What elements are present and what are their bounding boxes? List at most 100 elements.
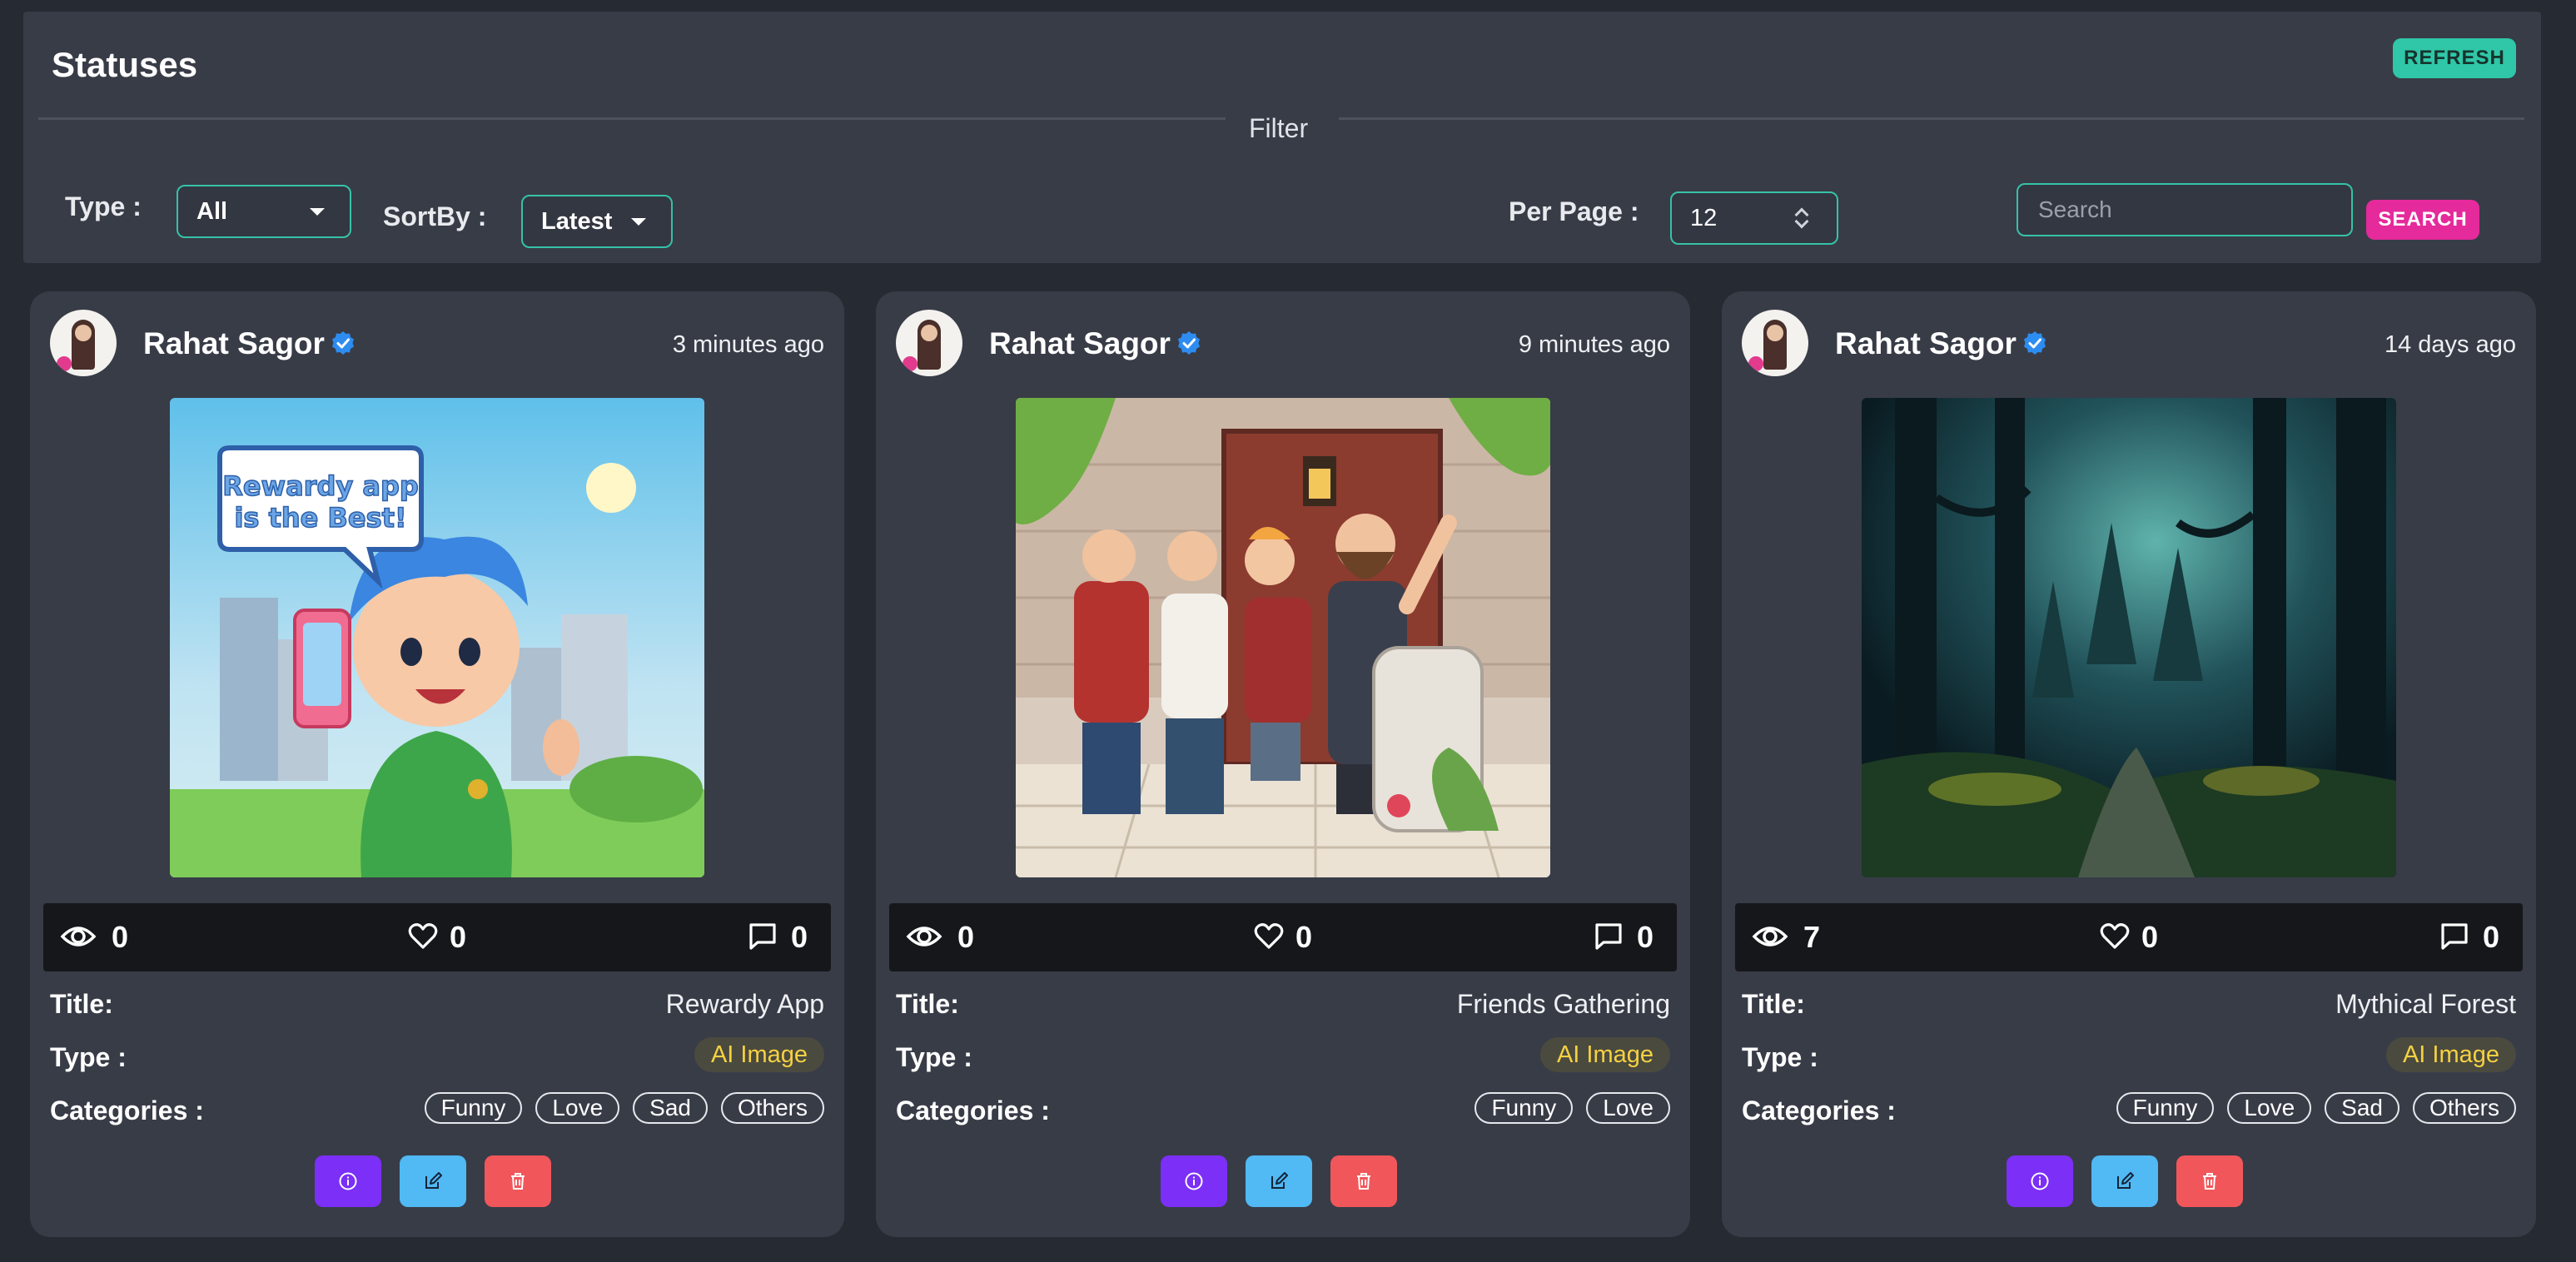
delete-button[interactable] [1330, 1155, 1397, 1207]
comment-icon[interactable] [748, 922, 778, 951]
post-time: 9 minutes ago [1518, 331, 1670, 358]
filter-divider-left [38, 117, 1226, 120]
type-label: Type : [1742, 1042, 1818, 1072]
categories-label: Categories : [50, 1096, 204, 1125]
likes-count: 0 [2141, 920, 2159, 954]
edit-button[interactable] [2091, 1155, 2158, 1207]
post-time: 3 minutes ago [672, 331, 824, 358]
card-actions [2007, 1155, 2243, 1207]
author-name[interactable]: Rahat Sagor [143, 326, 325, 361]
avatar[interactable] [50, 310, 117, 376]
info-button[interactable] [1161, 1155, 1227, 1207]
edit-icon [1271, 1172, 1288, 1189]
status-image[interactable] [1862, 398, 2396, 877]
sortby-filter-label: SortBy : [383, 201, 487, 231]
delete-button[interactable] [485, 1155, 551, 1207]
views-count: 0 [112, 920, 129, 954]
comments-count: 0 [791, 920, 808, 954]
refresh-button[interactable]: REFRESH [2393, 38, 2516, 78]
category-list: Funny Love Sad Others [424, 1092, 824, 1124]
stats-bar: 0 0 0 [889, 903, 1677, 971]
type-filter-label: Type : [65, 191, 142, 221]
verified-badge-icon [1178, 331, 1200, 355]
status-image[interactable] [1016, 398, 1550, 877]
status-title: Friends Gathering [1456, 989, 1670, 1019]
categories-label: Categories : [1742, 1096, 1896, 1125]
avatar[interactable] [1742, 310, 1808, 376]
perpage-value: 12 [1690, 204, 1718, 231]
search-input[interactable] [2017, 183, 2353, 236]
category-list: Funny Love [1474, 1092, 1670, 1124]
views-count: 0 [957, 920, 975, 954]
category-tag: Funny [2116, 1092, 2215, 1124]
status-card: Rahat Sagor 9 minutes ago 0 0 0 Title: F… [876, 291, 1690, 1237]
title-label: Title: [1742, 989, 1805, 1019]
type-badge: AI Image [1539, 1037, 1670, 1072]
edit-button[interactable] [400, 1155, 466, 1207]
author-name[interactable]: Rahat Sagor [989, 326, 1171, 361]
status-title: Mythical Forest [2335, 989, 2516, 1019]
status-image[interactable]: Rewardy app is the Best! [170, 398, 704, 877]
image-caption-line-2: is the Best! [234, 502, 406, 534]
category-tag: Others [2412, 1092, 2516, 1124]
sortby-select[interactable]: Latest [521, 195, 673, 248]
trash-icon [1357, 1173, 1370, 1190]
eye-icon [60, 927, 97, 946]
category-tag: Love [1586, 1092, 1670, 1124]
chevron-down-icon [310, 208, 325, 216]
edit-icon [425, 1172, 442, 1189]
status-card: Rahat Sagor 3 minutes ago Rewardy app is… [30, 291, 844, 1237]
verified-badge-icon [2024, 331, 2046, 355]
perpage-label: Per Page : [1509, 196, 1639, 226]
filter-divider-right [1339, 117, 2524, 120]
edit-button[interactable] [1246, 1155, 1312, 1207]
type-select[interactable]: All [177, 185, 351, 238]
stats-bar: 0 0 0 [43, 903, 831, 971]
categories-label: Categories : [896, 1096, 1050, 1125]
category-tag: Others [720, 1092, 824, 1124]
heart-icon[interactable] [408, 922, 438, 951]
info-icon [339, 1172, 357, 1190]
author-name[interactable]: Rahat Sagor [1835, 326, 2017, 361]
category-tag: Love [535, 1092, 620, 1124]
verified-badge-icon [332, 331, 354, 355]
info-icon [2031, 1172, 2049, 1190]
perpage-stepper[interactable]: 12 [1670, 191, 1838, 245]
comment-icon[interactable] [1594, 922, 1624, 951]
image-caption-line-1: Rewardy app [222, 470, 419, 502]
filter-section-label: Filter [1249, 113, 1309, 143]
stepper-arrows-icon[interactable] [1794, 205, 1812, 233]
avatar[interactable] [896, 310, 962, 376]
views-count: 7 [1803, 920, 1821, 954]
stats-bar: 7 0 0 [1735, 903, 2523, 971]
info-button[interactable] [2007, 1155, 2073, 1207]
card-actions [1161, 1155, 1397, 1207]
category-tag: Funny [1474, 1092, 1574, 1124]
heart-icon[interactable] [2100, 922, 2130, 951]
eye-icon [1752, 927, 1788, 946]
category-tag: Funny [424, 1092, 523, 1124]
likes-count: 0 [450, 920, 467, 954]
page-title: Statuses [52, 45, 198, 84]
info-button[interactable] [315, 1155, 381, 1207]
type-label: Type : [50, 1042, 127, 1072]
info-icon [1185, 1172, 1203, 1190]
chevron-down-icon [631, 218, 646, 226]
comment-icon[interactable] [2439, 922, 2469, 951]
comments-count: 0 [1637, 920, 1654, 954]
eye-icon [906, 927, 942, 946]
card-actions [315, 1155, 551, 1207]
category-tag: Love [2227, 1092, 2312, 1124]
sortby-select-value: Latest [541, 207, 613, 235]
search-button[interactable]: SEARCH [2366, 200, 2479, 240]
category-tag: Sad [633, 1092, 708, 1124]
title-label: Title: [50, 989, 113, 1019]
status-title: Rewardy App [665, 989, 824, 1019]
category-tag: Sad [2325, 1092, 2399, 1124]
category-list: Funny Love Sad Others [2116, 1092, 2516, 1124]
heart-icon[interactable] [1254, 922, 1284, 951]
type-label: Type : [896, 1042, 972, 1072]
delete-button[interactable] [2176, 1155, 2243, 1207]
type-badge: AI Image [2385, 1037, 2516, 1072]
edit-icon [2117, 1172, 2134, 1189]
